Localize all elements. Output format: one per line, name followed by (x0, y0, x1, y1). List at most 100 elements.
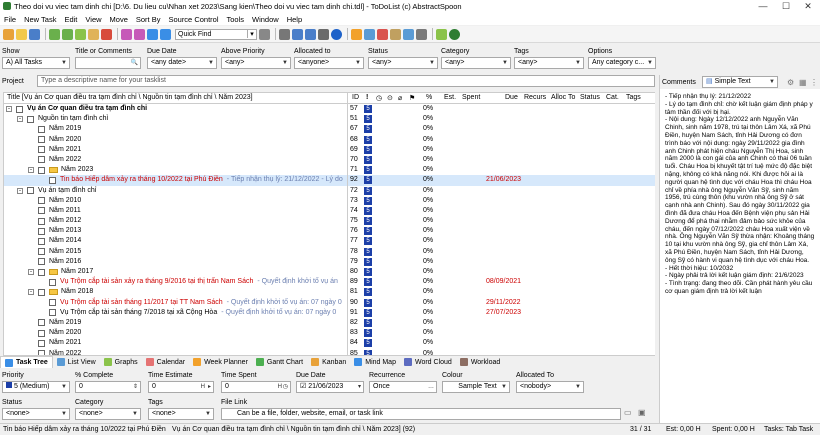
task-row[interactable]: - Năm 2023 (4, 165, 347, 175)
task-row[interactable]: - Năm 2017 (4, 267, 347, 277)
task-row-columns[interactable]: 70 5 0% (348, 155, 655, 165)
task-row[interactable]: Vụ Trộm cắp tài sản xảy ra tháng 9/2016 … (4, 277, 347, 287)
task-checkbox[interactable] (38, 156, 45, 164)
priority-badge[interactable]: 5 (364, 186, 372, 195)
task-row-columns[interactable]: 73 5 0% (348, 196, 655, 206)
col-alloc-header[interactable]: Alloc To (551, 94, 575, 101)
col-cat-header[interactable]: Cat. (606, 94, 619, 101)
task-checkbox[interactable] (38, 288, 45, 296)
allocated-filter-select[interactable]: <anyone> ▼ (294, 57, 364, 69)
task-row-columns[interactable]: 75 5 0% (348, 216, 655, 226)
priority-badge[interactable]: 5 (364, 176, 372, 185)
preferences-icon[interactable] (318, 28, 329, 40)
col-spent-header[interactable]: Spent (462, 94, 480, 101)
task-row-columns[interactable]: 81 5 0% (348, 287, 655, 297)
spent-unit[interactable]: H (278, 382, 282, 392)
task-row[interactable]: Tin báo Hiếp dâm xảy ra tháng 10/2022 tạ… (4, 175, 347, 186)
priority-filter-select[interactable]: <any> ▼ (221, 57, 291, 69)
task-row-columns[interactable]: 85 5 0% (348, 349, 655, 355)
task-row-columns[interactable]: 84 5 0% (348, 338, 655, 348)
task-checkbox[interactable] (27, 115, 34, 123)
priority-badge[interactable]: 5 (364, 155, 372, 164)
move-down-icon[interactable] (160, 28, 171, 40)
clock-icon[interactable]: ◷ (376, 94, 382, 102)
task-row[interactable]: Năm 2022 (4, 155, 347, 165)
priority-badge[interactable]: 5 (364, 125, 372, 134)
show-select[interactable]: A) All Tasks ▼ (2, 57, 70, 69)
task-row[interactable]: Năm 2011 (4, 206, 347, 216)
category-select[interactable]: <none> ▼ (75, 408, 141, 420)
col-id-header[interactable]: ID (352, 94, 359, 101)
task-checkbox[interactable] (49, 176, 56, 184)
task-row-columns[interactable]: 72 5 0% (348, 186, 655, 196)
task-checkbox[interactable] (38, 166, 45, 174)
lock-icon[interactable]: ⊙ (387, 94, 393, 102)
task-row-columns[interactable]: 80 5 0% (348, 267, 655, 277)
priority-badge[interactable]: 5 (364, 339, 372, 348)
task-row-columns[interactable]: 74 5 0% (348, 206, 655, 216)
task-row-columns[interactable]: 83 5 0% (348, 328, 655, 338)
quick-find-box[interactable]: Quick Find ▾ (175, 28, 257, 40)
tools-icon[interactable] (416, 28, 427, 40)
col-due-header[interactable]: Due (505, 94, 518, 101)
priority-badge[interactable]: 5 (364, 217, 372, 226)
new-file-icon[interactable] (3, 28, 14, 40)
export-icon[interactable] (403, 28, 414, 40)
move-right-icon[interactable] (134, 28, 145, 40)
tab-calendar[interactable]: Calendar (142, 356, 189, 368)
tab-task-tree[interactable]: Task Tree (0, 356, 53, 368)
task-row[interactable]: - Năm 2018 (4, 287, 347, 297)
colour-select[interactable]: Sample Text ▼ (442, 381, 510, 393)
menu-item-window[interactable]: Window (248, 15, 283, 24)
task-row[interactable]: - Vụ án tạm đình chỉ (4, 186, 347, 196)
priority-badge[interactable]: 5 (364, 268, 372, 276)
title-filter-input[interactable]: 🔍 (75, 57, 141, 69)
task-checkbox[interactable] (38, 329, 45, 337)
checkbox-icon[interactable]: ☑ (300, 383, 308, 390)
filelink-input[interactable]: Can be a file, folder, website, email, o… (221, 408, 621, 420)
task-checkbox[interactable] (38, 217, 45, 225)
close-button[interactable]: ✕ (797, 0, 819, 13)
link-icon[interactable] (436, 28, 447, 40)
task-checkbox[interactable] (38, 319, 45, 327)
project-name-input[interactable]: Type a descriptive name for your tasklis… (37, 75, 655, 87)
estimate-unit[interactable]: H (201, 382, 205, 392)
tab-word-cloud[interactable]: Word Cloud (400, 356, 456, 368)
task-row[interactable]: Năm 2021 (4, 338, 347, 348)
task-checkbox[interactable] (49, 299, 56, 307)
tags-select[interactable]: <none> ▼ (148, 408, 214, 420)
allocated-select[interactable]: <nobody> ▼ (516, 381, 584, 393)
due-date-picker[interactable]: ☑ 21/06/2023 ▾ (296, 381, 364, 393)
collapse-icon[interactable]: - (6, 106, 12, 112)
print-icon[interactable] (390, 28, 401, 40)
flag-icon[interactable]: ⚑ (409, 94, 415, 102)
priority-badge[interactable]: 5 (364, 105, 372, 113)
task-row-columns[interactable]: 51 5 0% (348, 114, 655, 124)
new-subtask-icon[interactable] (62, 28, 73, 40)
task-checkbox[interactable] (49, 278, 56, 286)
edit-task-icon[interactable] (88, 28, 99, 40)
task-tree[interactable]: Title [Vụ án Cơ quan điều tra tạm đình c… (3, 92, 348, 356)
priority-badge[interactable]: 5 (364, 115, 372, 124)
priority-badge[interactable]: 5 (364, 237, 372, 246)
task-row[interactable]: Năm 2020 (4, 135, 347, 145)
priority-badge[interactable]: 5 (364, 329, 372, 338)
collapse-icon[interactable]: - (28, 269, 34, 275)
col-est-header[interactable]: Est. (444, 94, 456, 101)
col-tags-header[interactable]: Tags (626, 94, 641, 101)
menu-item-move[interactable]: Move (106, 15, 132, 24)
task-columns[interactable]: ID ! ◷ ⊙ ⌀ ⚑ % Est. Spent Due Recurs All… (348, 92, 655, 356)
status-filter-select[interactable]: <any> ▼ (368, 57, 438, 69)
menu-item-new-task[interactable]: New Task (20, 15, 60, 24)
estimate-input[interactable]: 0 H ▸ (148, 381, 214, 393)
priority-badge[interactable]: 5 (364, 166, 372, 175)
col-priority-header[interactable]: ! (366, 94, 368, 101)
delete-task-icon[interactable] (101, 28, 112, 40)
more-icon[interactable]: … (428, 382, 434, 392)
task-checkbox[interactable] (49, 309, 56, 317)
options-filter-select[interactable]: Any category c... ▼ (588, 57, 656, 69)
task-checkbox[interactable] (38, 197, 45, 205)
open-link-icon[interactable]: ▣ (638, 408, 646, 417)
menu-item-help[interactable]: Help (283, 15, 306, 24)
open-folder-icon[interactable] (16, 28, 27, 40)
